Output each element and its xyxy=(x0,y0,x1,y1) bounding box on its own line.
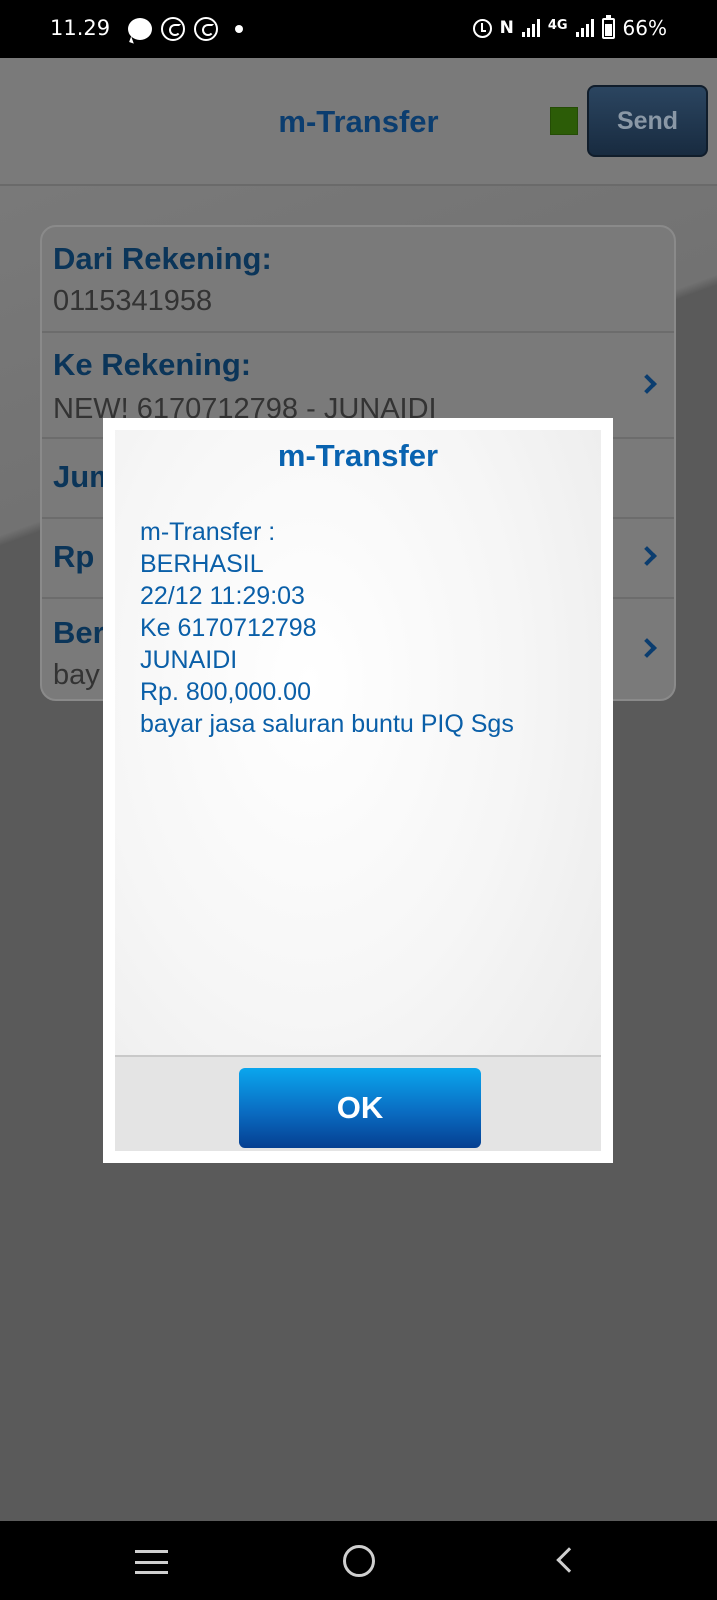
app-header: m-Transfer Send xyxy=(0,58,717,186)
notification-icons xyxy=(128,17,243,41)
message-line: JUNAIDI xyxy=(140,646,238,674)
message-line: Rp. 800,000.00 xyxy=(140,678,311,706)
network-type: 4G xyxy=(547,17,568,33)
battery-percent: 66% xyxy=(622,16,667,40)
message-line: BERHASIL xyxy=(140,550,264,578)
whatsapp-icon xyxy=(161,17,185,41)
back-icon[interactable] xyxy=(556,1547,582,1573)
system-icons: N 4G 66% xyxy=(472,14,667,40)
notification-dot-icon xyxy=(235,25,243,33)
status-time: 11.29 xyxy=(50,16,111,40)
ok-button[interactable]: OK xyxy=(239,1068,481,1148)
form-row-source-account[interactable]: Dari Rekening: 0115341958 xyxy=(42,227,674,333)
row-value: 0115341958 xyxy=(53,285,213,317)
message-line: bayar jasa saluran buntu PIQ Sgs xyxy=(140,710,514,738)
message-line: m-Transfer : xyxy=(140,518,276,546)
menu-icon[interactable] xyxy=(135,1550,168,1574)
home-icon[interactable] xyxy=(343,1545,375,1577)
signal-icon xyxy=(521,19,540,37)
row-label: Ke Rekening: xyxy=(53,347,252,382)
row-label: Rp xyxy=(53,539,95,574)
connection-indicator xyxy=(550,107,578,135)
nfc-icon: N xyxy=(499,18,514,38)
signal-icon xyxy=(575,19,594,37)
dialog-footer: OK xyxy=(115,1055,601,1151)
chevron-right-icon xyxy=(637,638,657,658)
whatsapp-business-icon xyxy=(194,17,218,41)
send-button[interactable]: Send xyxy=(587,85,708,157)
chevron-right-icon xyxy=(637,546,657,566)
navigation-bar xyxy=(0,1521,717,1600)
dialog-title: m-Transfer xyxy=(277,438,439,473)
dialog-body: m-Transfer m-Transfer : BERHASIL 22/12 1… xyxy=(115,430,601,1151)
battery-icon xyxy=(601,14,615,39)
message-line: 22/12 11:29:03 xyxy=(140,582,305,610)
message-icon xyxy=(128,18,152,40)
row-label: Ber xyxy=(53,615,105,650)
result-dialog: m-Transfer m-Transfer : BERHASIL 22/12 1… xyxy=(103,418,613,1163)
status-bar: 11.29 N 4G 66% xyxy=(0,0,717,58)
dialog-message: m-Transfer : BERHASIL 22/12 11:29:03 Ke … xyxy=(140,516,514,740)
chevron-right-icon xyxy=(637,374,657,394)
row-label: Dari Rekening: xyxy=(53,241,272,276)
alarm-icon xyxy=(472,18,492,38)
row-value: bay xyxy=(53,659,100,691)
message-line: Ke 6170712798 xyxy=(140,614,317,642)
